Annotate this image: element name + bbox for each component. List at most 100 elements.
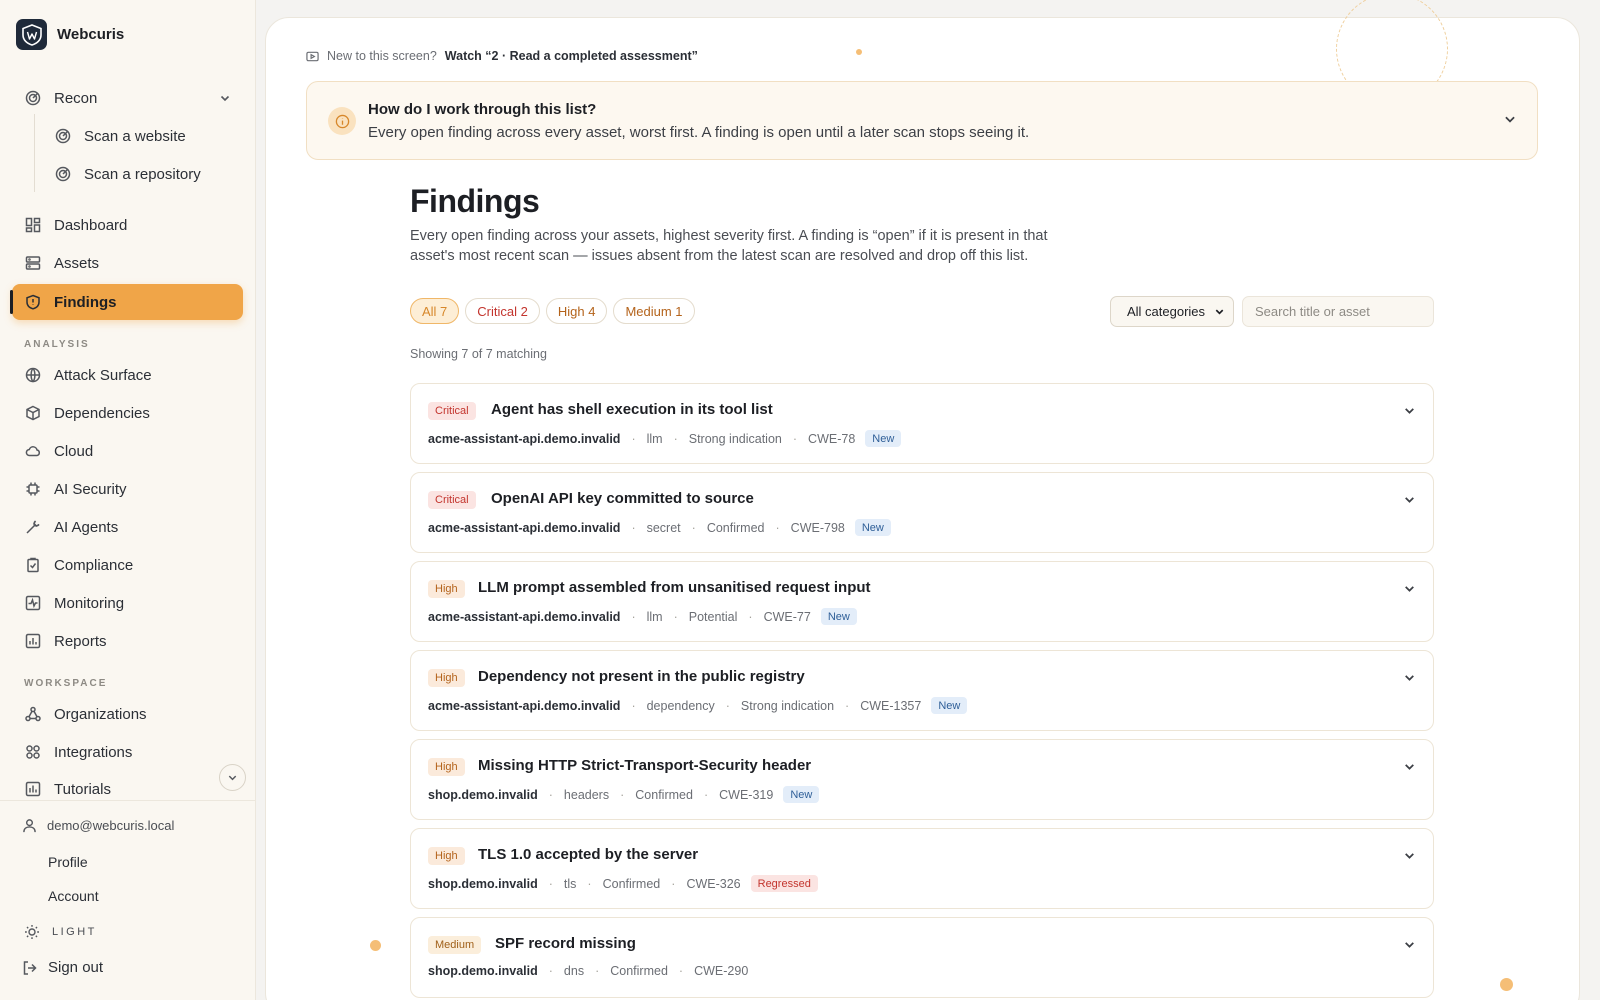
nav-item-compliance[interactable]: Compliance (12, 547, 243, 583)
nav-item-cloud[interactable]: Cloud (12, 433, 243, 469)
sign-out-button[interactable]: Sign out (22, 959, 103, 976)
separator-dot: · (673, 431, 678, 446)
finding-row[interactable]: High LLM prompt assembled from unsanitise… (410, 561, 1434, 642)
finding-confidence: Strong indication (688, 431, 782, 446)
finding-row[interactable]: High Dependency not present in the public… (410, 650, 1434, 731)
finding-confidence: Confirmed (706, 520, 765, 535)
finding-asset: shop.demo.invalid (428, 787, 538, 802)
finding-title: Dependency not present in the public reg… (478, 668, 805, 685)
decorative-dot (370, 940, 381, 951)
severity-filters: All 7 Critical 2 High 4 Medium 1 (410, 298, 695, 324)
nav-item-dependencies[interactable]: Dependencies (12, 395, 243, 431)
nav-item-tutorials[interactable]: Tutorials (12, 771, 243, 807)
nav-sub-label: Scan a website (84, 127, 186, 145)
filter-chip-high[interactable]: High 4 (545, 298, 608, 324)
chevron-down-icon[interactable] (1403, 582, 1416, 595)
profile-link[interactable]: Profile (48, 854, 88, 870)
tip-prefix: New to this screen? (327, 49, 437, 63)
finding-category: dns (563, 964, 585, 978)
nav-item-reports[interactable]: Reports (12, 623, 243, 659)
finding-cwe: CWE-78 (808, 431, 856, 446)
status-badge: New (931, 697, 968, 714)
sidebar-scroll-button[interactable] (219, 764, 246, 791)
finding-row[interactable]: High TLS 1.0 accepted by the server shop.d… (410, 828, 1434, 909)
separator-dot: · (703, 787, 709, 802)
chevron-down-icon[interactable] (1403, 671, 1416, 684)
finding-cwe: CWE-319 (719, 787, 774, 802)
nav-item-dashboard[interactable]: Dashboard (12, 207, 243, 243)
nav-item-label: Monitoring (54, 594, 125, 612)
sub-nav-line (34, 114, 35, 192)
finding-row[interactable]: High Missing HTTP Strict-Transport-Securi… (410, 739, 1434, 820)
nav-item-label: Reports (54, 632, 107, 650)
finding-asset: acme-assistant-api.demo.invalid (428, 609, 621, 624)
separator-dot: · (548, 787, 553, 802)
finding-title: SPF record missing (495, 935, 636, 952)
finding-meta: acme-assistant-api.demo.invalid · llm · Pote… (428, 608, 857, 625)
finding-row[interactable]: Critical OpenAI API key committed to sour… (410, 472, 1434, 553)
finding-asset: acme-assistant-api.demo.invalid (428, 431, 621, 446)
chevron-down-icon[interactable] (1403, 404, 1416, 417)
severity-badge: High (428, 580, 465, 598)
filter-chip-medium[interactable]: Medium 1 (613, 298, 695, 324)
nav-sub-scan-website[interactable]: Scan a website (55, 119, 186, 153)
chart-box-icon (25, 781, 41, 797)
nav-item-organizations[interactable]: Organizations (12, 696, 243, 732)
chevron-down-icon[interactable] (1403, 760, 1416, 773)
brand[interactable]: Webcuris (16, 19, 124, 50)
nav-item-integrations[interactable]: Integrations (12, 734, 243, 770)
separator-dot: · (691, 520, 696, 535)
finding-meta: shop.demo.invalid · headers · Confirmed · CWE-… (428, 786, 820, 803)
filter-chip-all[interactable]: All 7 (410, 298, 460, 324)
finding-row[interactable]: Medium SPF record missing shop.demo.invali… (410, 917, 1434, 998)
chevron-down-icon[interactable] (1403, 493, 1416, 506)
finding-row[interactable]: Critical Agent has shell execution in its… (410, 383, 1434, 464)
bar-chart-icon (25, 633, 41, 649)
separator-dot: · (631, 609, 636, 624)
finding-confidence: Confirmed (602, 876, 661, 891)
severity-badge: High (428, 669, 465, 687)
finding-title: Agent has shell execution in its tool li… (491, 401, 773, 418)
nav-item-label: Tutorials (54, 780, 111, 798)
page-description: Every open finding across your assets, h… (410, 228, 1048, 264)
tip-watch-link[interactable]: Watch “2 · Read a completed assessment” (445, 49, 698, 63)
sun-icon (25, 925, 39, 939)
chevron-down-icon[interactable] (1403, 849, 1416, 862)
category-select[interactable]: All categories (1110, 296, 1234, 327)
help-panel[interactable]: How do I work through this list? Every o… (306, 81, 1538, 160)
nav-item-assets[interactable]: Assets (12, 245, 243, 281)
help-description: Every open finding across every asset, w… (368, 124, 1030, 141)
nav-item-recon[interactable]: Recon (12, 80, 243, 116)
nav-item-label: Assets (54, 254, 100, 272)
chevron-down-icon[interactable] (1503, 112, 1517, 126)
theme-toggle[interactable]: LIGHT (24, 924, 97, 940)
separator-dot: · (792, 431, 798, 446)
separator-dot: · (631, 698, 636, 713)
finding-meta: acme-assistant-api.demo.invalid · dependen… (428, 697, 968, 714)
finding-title: OpenAI API key committed to source (491, 490, 754, 507)
account-link[interactable]: Account (48, 888, 99, 904)
nav-item-ai-agents[interactable]: AI Agents (12, 509, 243, 545)
finding-cwe: CWE-798 (790, 520, 845, 535)
search-input[interactable] (1242, 296, 1434, 327)
category-select-value: All categories (1127, 304, 1206, 319)
nav-sub-label: Scan a repository (84, 165, 201, 183)
severity-badge: High (428, 847, 465, 865)
filter-chip-critical[interactable]: Critical 2 (465, 298, 540, 324)
tutorial-tip: New to this screen? Watch “2 · Read a co… (306, 49, 698, 63)
chevron-down-icon[interactable] (1403, 938, 1416, 951)
nav-item-monitoring[interactable]: Monitoring (12, 585, 243, 621)
separator-dot: · (725, 698, 730, 713)
status-badge: Regressed (750, 875, 818, 892)
nav-item-findings[interactable]: Findings (10, 284, 243, 320)
section-label-workspace: WORKSPACE (24, 678, 108, 689)
status-badge: New (783, 786, 820, 803)
chevron-down-icon[interactable] (219, 92, 231, 104)
page-title: Findings (410, 183, 540, 219)
result-count: Showing 7 of 7 matching (410, 347, 547, 361)
status-badge: New (865, 430, 902, 447)
nav-item-ai-security[interactable]: AI Security (12, 471, 243, 507)
nav-sub-scan-repository[interactable]: Scan a repository (55, 157, 201, 191)
finding-confidence: Strong indication (740, 698, 835, 713)
nav-item-attack-surface[interactable]: Attack Surface (12, 357, 243, 393)
